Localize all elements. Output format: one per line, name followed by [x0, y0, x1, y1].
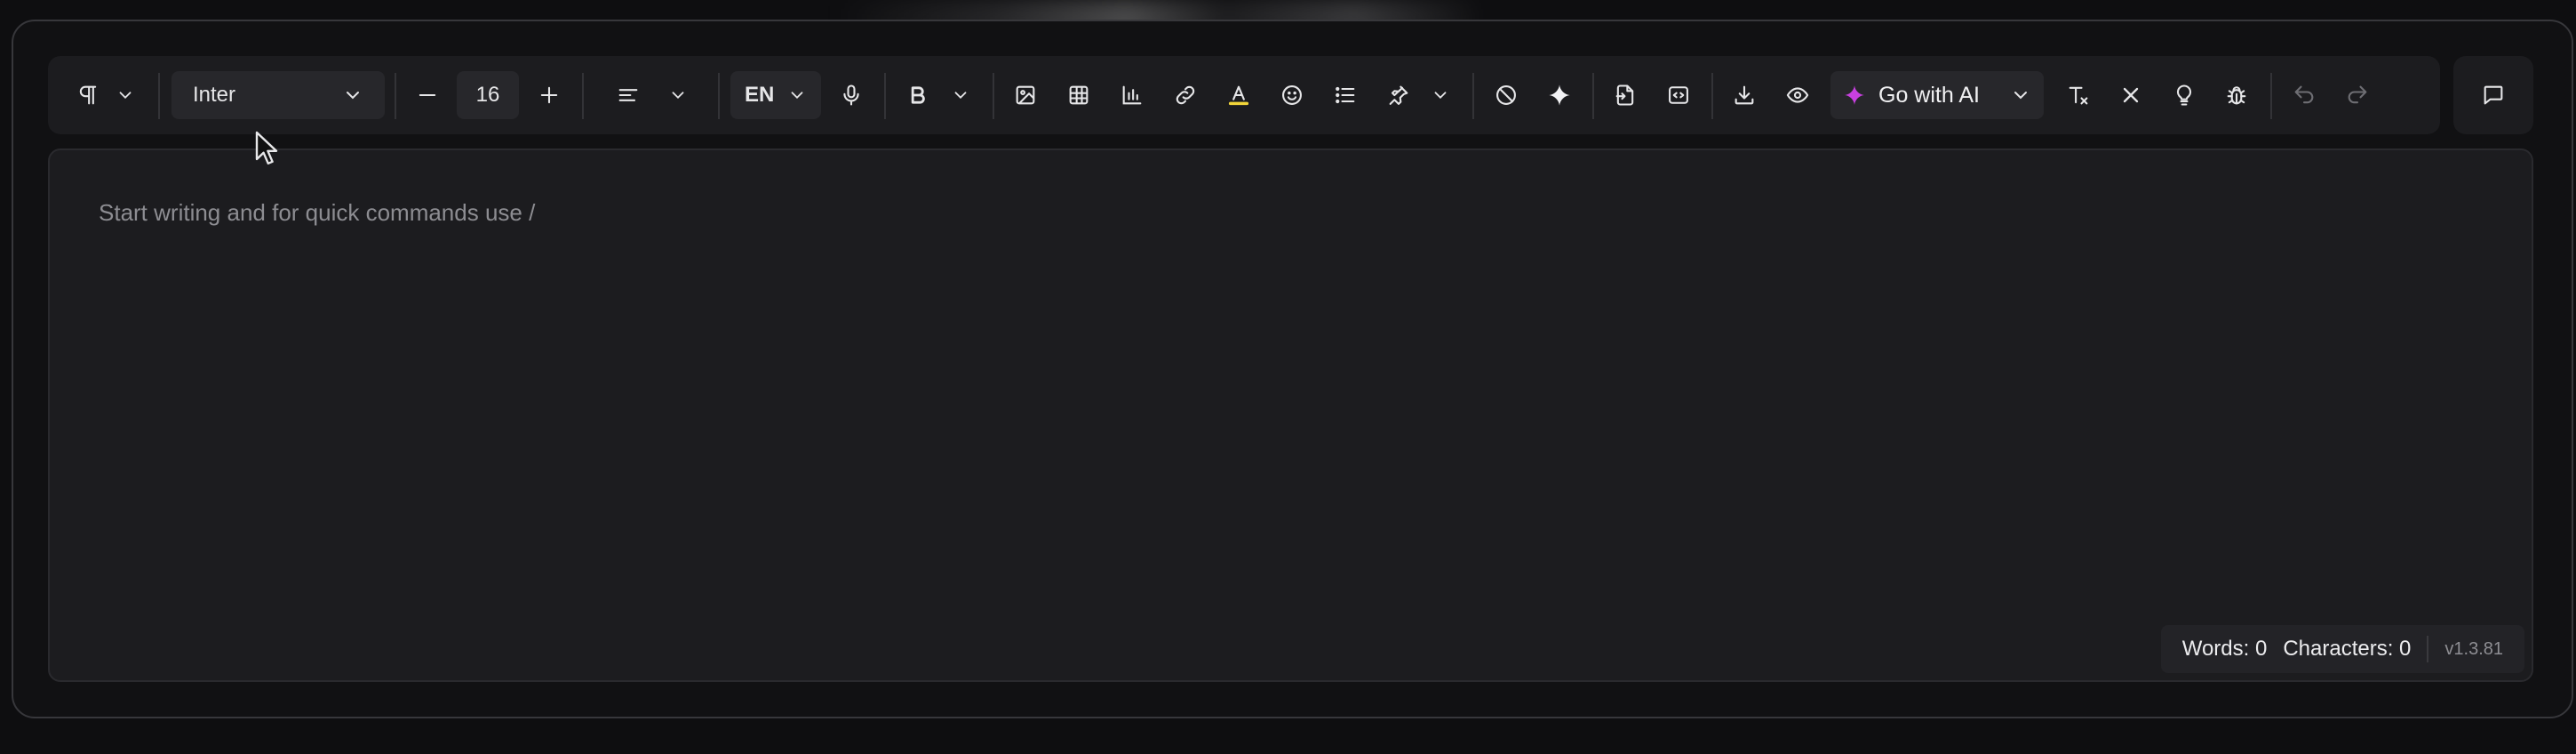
- ai-sparkle-icon: [1845, 85, 1864, 105]
- chart-icon[interactable]: [1112, 75, 1152, 116]
- font-family-select[interactable]: Inter: [171, 71, 385, 119]
- paragraph-chevron-down-icon[interactable]: [105, 75, 146, 116]
- import-icon[interactable]: [1605, 75, 1646, 116]
- divider: [582, 73, 584, 119]
- plus-icon: [540, 86, 558, 104]
- divider: [395, 73, 396, 119]
- word-count: Words: 0: [2181, 637, 2268, 661]
- download-icon[interactable]: [1724, 75, 1765, 116]
- sparkle-icon[interactable]: [1539, 75, 1580, 116]
- language-value: EN: [745, 83, 775, 107]
- font-family-value: Inter: [193, 83, 236, 107]
- align-left-icon[interactable]: [608, 75, 649, 116]
- link-icon[interactable]: [1165, 75, 1206, 116]
- divider: [2427, 636, 2429, 662]
- insert-chevron-down-icon[interactable]: [1420, 75, 1461, 116]
- comment-button[interactable]: [2453, 56, 2533, 134]
- close-icon[interactable]: [2110, 75, 2151, 116]
- bulb-icon[interactable]: [2164, 75, 2205, 116]
- editor-placeholder: Start writing and for quick commands use…: [99, 199, 536, 226]
- text-color-icon[interactable]: [1218, 75, 1259, 116]
- code-icon[interactable]: [1658, 75, 1699, 116]
- language-select[interactable]: EN: [730, 71, 821, 119]
- emoji-icon[interactable]: [1272, 75, 1312, 116]
- comment-icon: [2484, 85, 2503, 105]
- divider: [993, 73, 994, 119]
- align-chevron-down-icon[interactable]: [658, 75, 698, 116]
- increase-size-button[interactable]: [529, 75, 570, 116]
- go-with-ai-label: Go with AI: [1878, 82, 1980, 108]
- divider: [718, 73, 720, 119]
- clear-format-icon[interactable]: [2058, 75, 2099, 116]
- minus-icon: [419, 93, 436, 97]
- image-icon[interactable]: [1005, 75, 1046, 116]
- divider: [2270, 73, 2272, 119]
- mouse-cursor-icon: [255, 131, 278, 164]
- eye-icon[interactable]: [1777, 75, 1818, 116]
- format-chevron-down-icon[interactable]: [940, 75, 981, 116]
- editor-area[interactable]: Start writing and for quick commands use…: [48, 148, 2533, 682]
- version-label: v1.3.81: [2444, 638, 2503, 659]
- table-icon[interactable]: [1058, 75, 1099, 116]
- status-bar: Words: 0 Characters: 0 v1.3.81: [2160, 625, 2524, 673]
- bug-icon[interactable]: [2216, 75, 2257, 116]
- divider: [158, 73, 160, 119]
- divider: [884, 73, 886, 119]
- list-icon[interactable]: [1325, 75, 1366, 116]
- redo-icon[interactable]: [2337, 75, 2378, 116]
- microphone-icon[interactable]: [831, 75, 872, 116]
- divider: [1711, 73, 1713, 119]
- pin-icon[interactable]: [1378, 75, 1419, 116]
- go-with-ai-button[interactable]: Go with AI: [1830, 71, 2044, 119]
- chevron-down-icon: [2014, 92, 2027, 100]
- character-count: Characters: 0: [2283, 637, 2412, 661]
- decrease-size-button[interactable]: [407, 75, 448, 116]
- font-size-value: 16: [475, 83, 500, 107]
- block-icon[interactable]: [1486, 75, 1527, 116]
- divider: [1472, 73, 1474, 119]
- divider: [1592, 73, 1594, 119]
- chevron-down-icon: [347, 92, 359, 100]
- chevron-down-icon: [791, 92, 803, 100]
- bold-icon[interactable]: [897, 75, 938, 116]
- undo-icon[interactable]: [2284, 75, 2325, 116]
- font-size-input[interactable]: 16: [457, 71, 519, 119]
- pilcrow-icon[interactable]: [68, 75, 108, 116]
